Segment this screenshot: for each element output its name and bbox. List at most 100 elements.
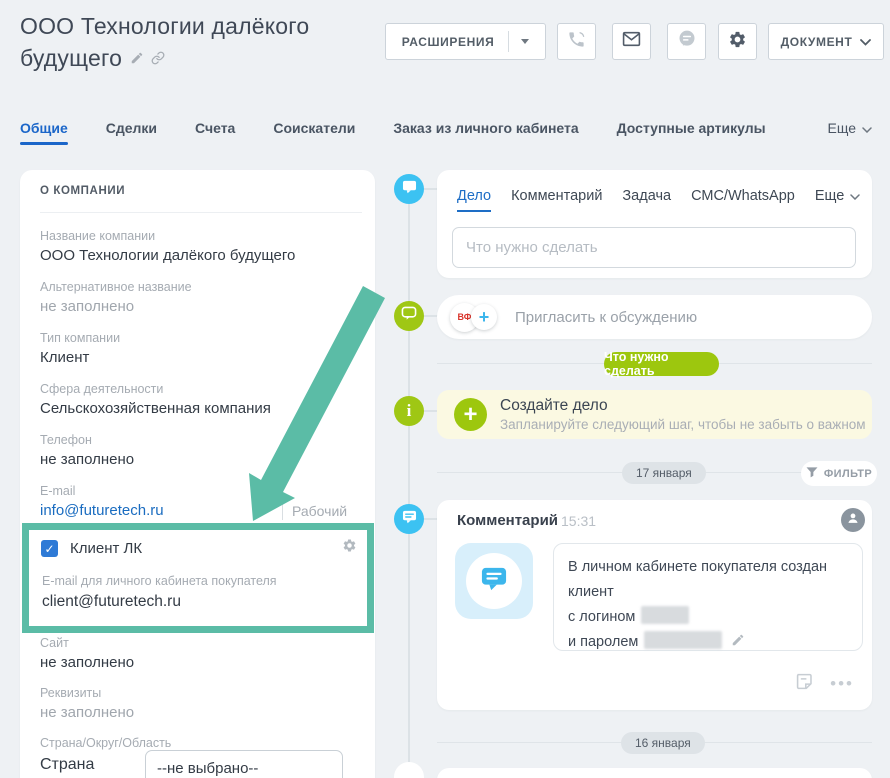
client-lk-label: Клиент ЛК [70, 540, 142, 557]
gear-icon[interactable] [342, 538, 357, 558]
create-todo-card[interactable]: + Создайте дело Запланируйте следующий ш… [437, 390, 872, 439]
filter-button[interactable]: ФИЛЬТР [801, 461, 877, 486]
field-label-industry: Сфера деятельности [40, 382, 163, 396]
pin-note-icon[interactable] [795, 672, 814, 696]
country-label: Страна [40, 756, 94, 774]
timeline-marker-info: i [394, 396, 424, 426]
info-icon: i [407, 401, 412, 421]
comment-avatar-tile [455, 543, 533, 619]
tab-applicants[interactable]: Соискатели [273, 120, 355, 136]
composer-tab-more[interactable]: Еще [815, 188, 861, 204]
filter-label: ФИЛЬТР [824, 468, 872, 480]
comment-bubble-icon [402, 510, 417, 529]
next-timeline-card [437, 768, 872, 778]
country-select[interactable]: --не выбрано-- [145, 750, 343, 778]
timeline-marker-discussion [394, 301, 424, 331]
comment-message-bubble: В личном кабинете покупателя создан клие… [553, 543, 863, 651]
edit-pencil-icon[interactable] [130, 51, 144, 65]
invite-discussion-bar[interactable]: ВФ + Пригласить к обсуждению [437, 295, 872, 339]
field-label-email: E-mail [40, 484, 75, 498]
person-icon [846, 511, 860, 530]
chat-button[interactable] [667, 23, 706, 60]
tab-invoices[interactable]: Счета [195, 120, 235, 136]
add-participant-button[interactable]: + [471, 304, 497, 330]
comment-login-prefix: с логином [568, 609, 635, 625]
extensions-button[interactable]: РАСШИРЕНИЯ [385, 23, 546, 60]
tab-general[interactable]: Общие [20, 120, 68, 136]
lk-email-value[interactable]: client@futuretech.ru [42, 593, 181, 611]
comment-avatar-circle [466, 553, 522, 609]
author-avatar[interactable] [841, 508, 865, 532]
funnel-icon [806, 467, 818, 481]
comment-type-label: Комментарий [457, 512, 558, 529]
section-title: О КОМПАНИИ [40, 185, 125, 197]
more-actions-icon[interactable]: ••• [830, 679, 854, 689]
call-button[interactable] [557, 23, 596, 60]
field-value-company-name[interactable]: ООО Технологии далёкого будущего [40, 247, 295, 264]
field-value-industry[interactable]: Сельскохозяйственная компания [40, 400, 271, 417]
rail-connector [424, 518, 438, 520]
gear-icon [728, 30, 747, 54]
chat-bubble-icon [402, 180, 417, 199]
field-label-site: Сайт [40, 636, 69, 650]
section-divider [40, 212, 362, 213]
speech-outline-icon [401, 306, 417, 326]
composer-tab-task[interactable]: Задача [622, 188, 671, 204]
comment-actions: ••• [795, 672, 854, 696]
plus-icon: + [479, 307, 490, 328]
field-value-requisites[interactable]: не заполнено [40, 704, 134, 721]
document-label: ДОКУМЕНТ [781, 35, 853, 49]
field-label-company-type: Тип компании [40, 331, 120, 345]
field-value-alt-name[interactable]: не заполнено [40, 298, 134, 315]
comment-line-1: В личном кабинете покупателя создан [568, 559, 827, 575]
entity-tabs: Общие Сделки Счета Соискатели Заказ из л… [20, 120, 872, 136]
field-value-phone[interactable]: не заполнено [40, 451, 134, 468]
rail-connector [424, 315, 438, 317]
email-type-tag: Рабочий [292, 503, 347, 519]
field-label-alt-name: Альтернативное название [40, 280, 192, 294]
timeline-rail [408, 204, 410, 778]
email-button[interactable] [612, 23, 651, 60]
page-title: ООО Технологии далёкого будущего [20, 10, 365, 74]
chevron-down-icon [850, 188, 860, 204]
composer-tab-comment[interactable]: Комментарий [511, 188, 602, 204]
field-value-email[interactable]: info@futuretech.ru [40, 502, 164, 519]
timeline-marker-comment [394, 504, 424, 534]
field-value-company-type[interactable]: Клиент [40, 349, 89, 366]
create-todo-subtitle: Запланируйте следующий шаг, чтобы не заб… [500, 417, 866, 432]
lk-email-label: E-mail для личного кабинета покупателя [42, 574, 277, 588]
tab-available-articles[interactable]: Доступные артикулы [617, 120, 766, 136]
plus-icon[interactable]: + [454, 398, 487, 431]
document-button[interactable]: ДОКУМЕНТ [768, 23, 884, 60]
comment-line-2: клиент [568, 584, 614, 600]
extensions-label: РАСШИРЕНИЯ [402, 35, 495, 49]
create-todo-title: Создайте дело [500, 397, 866, 415]
todo-input[interactable] [452, 227, 856, 268]
check-icon: ✓ [44, 542, 54, 556]
participant-avatar-label: ВФ [458, 312, 472, 322]
client-lk-highlight-box: ✓ Клиент ЛК E-mail для личного кабинета … [22, 523, 374, 633]
settings-button[interactable] [718, 23, 757, 60]
caret-down-icon[interactable] [521, 39, 529, 44]
tab-personal-cabinet-order[interactable]: Заказ из личного кабинета [393, 120, 578, 136]
tab-more[interactable]: Еще [828, 120, 873, 136]
client-lk-checkbox[interactable]: ✓ [41, 540, 58, 557]
composer-tab-activity[interactable]: Дело [457, 188, 491, 204]
tab-deals[interactable]: Сделки [106, 120, 157, 136]
company-detail-page: ООО Технологии далёкого будущего РАСШИРЕ… [0, 0, 890, 778]
copy-link-icon[interactable] [151, 51, 165, 65]
rail-connector [424, 410, 438, 412]
chat-bubble-icon [480, 566, 508, 597]
composer-tab-sms-whatsapp[interactable]: СМС/WhatsApp [691, 188, 795, 204]
chevron-down-icon [862, 120, 872, 136]
timeline-marker-activity [394, 174, 424, 204]
edit-pencil-icon[interactable] [731, 631, 745, 656]
todo-badge: Что нужно сделать [604, 352, 719, 376]
date-badge: 16 января [621, 732, 705, 754]
date-badge: 17 января [622, 462, 706, 484]
redacted-password [644, 631, 722, 649]
field-value-site[interactable]: не заполнено [40, 654, 134, 671]
field-label-requisites: Реквизиты [40, 686, 101, 700]
email-tag-separator [282, 500, 283, 520]
plus-glyph: + [463, 401, 477, 429]
